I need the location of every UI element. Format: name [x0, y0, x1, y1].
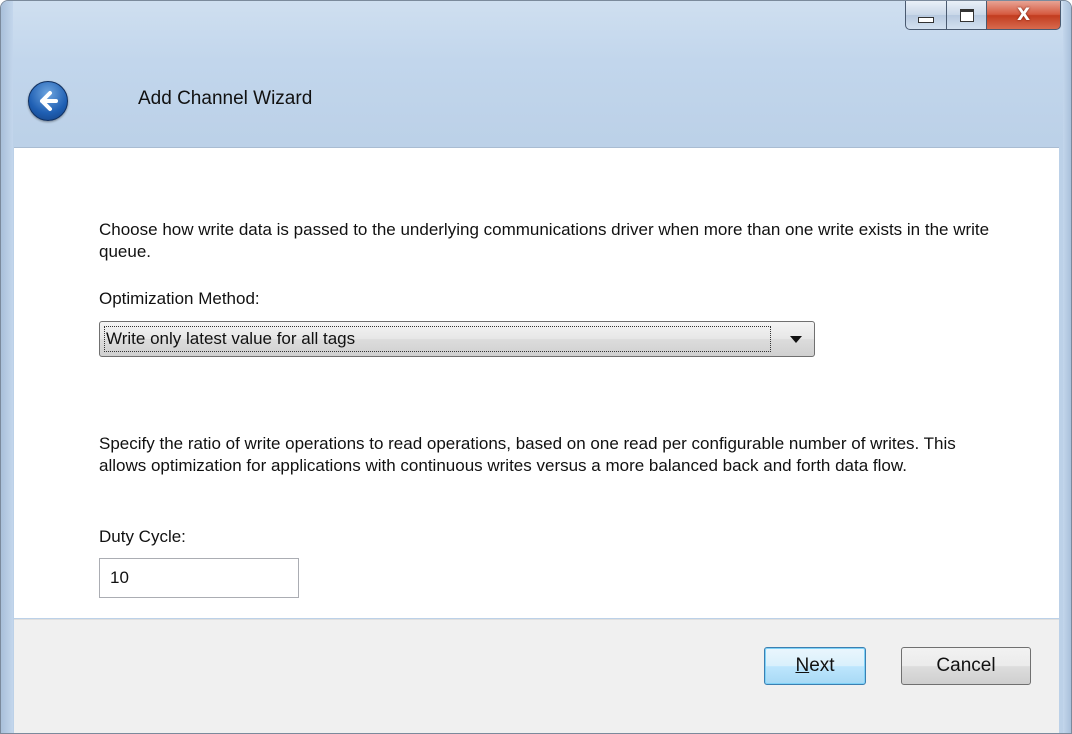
duty-cycle-label: Duty Cycle: [99, 527, 186, 546]
wizard-title: Add Channel Wizard [138, 88, 313, 109]
optimization-method-select[interactable]: Write only latest value for all tags [99, 321, 815, 357]
duty-cycle-input[interactable]: 10 [99, 558, 299, 598]
duty-cycle-description: Specify the ratio of write operations to… [99, 434, 956, 475]
next-mnemonic: N [795, 655, 810, 676]
write-optimization-description: Choose how write data is passed to the u… [99, 220, 990, 261]
wizard-content: Choose how write data is passed to the u… [14, 147, 1059, 618]
minimize-icon [918, 17, 934, 23]
window-caption-buttons: X [905, 1, 1061, 33]
back-button[interactable] [28, 81, 68, 121]
close-button[interactable]: X [987, 1, 1061, 30]
maximize-icon [959, 8, 974, 22]
optimization-method-value: Write only latest value for all tags [104, 326, 771, 352]
wizard-window: X Add Channel Wizard Choose how write da… [0, 0, 1072, 734]
cancel-button[interactable]: Cancel [901, 647, 1031, 685]
back-arrow-icon [40, 91, 58, 111]
wizard-footer: Next Cancel [14, 619, 1059, 733]
next-label-rest: ext [809, 655, 835, 676]
minimize-button[interactable] [905, 1, 947, 30]
close-icon: X [1016, 5, 1031, 25]
dropdown-arrow-icon[interactable] [790, 336, 802, 343]
optimization-method-label: Optimization Method: [99, 289, 260, 308]
next-button[interactable]: Next [764, 647, 866, 685]
maximize-button[interactable] [947, 1, 987, 30]
